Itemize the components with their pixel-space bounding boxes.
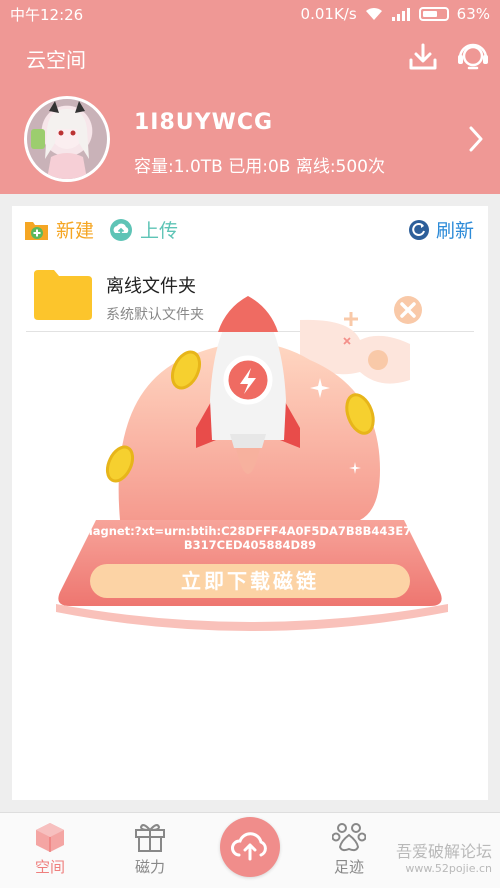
tab-magnet[interactable]: 磁力: [115, 821, 185, 877]
watermark-text: 吾爱破解论坛: [395, 842, 492, 861]
magnet-popup: magnet:?xt=urn:btih:C28DFFF4A0F5DA7B8B44…: [0, 0, 500, 888]
rocket-illustration: [56, 296, 448, 631]
tab-space[interactable]: 空间: [15, 821, 85, 877]
upload-fab-button[interactable]: [220, 817, 280, 877]
cloud-upload-icon: [231, 832, 267, 861]
tab-space-label: 空间: [34, 858, 65, 876]
tab-magnet-label: 磁力: [134, 858, 165, 876]
watermark: 吾爱破解论坛 www.52pojie.cn: [360, 838, 500, 875]
download-magnet-button[interactable]: 立即下载磁链: [90, 564, 410, 598]
gift-icon: [135, 824, 165, 852]
cube-icon: [36, 823, 64, 852]
watermark-url: www.52pojie.cn: [405, 862, 492, 875]
magnet-link-text[interactable]: magnet:?xt=urn:btih:C28DFFF4A0F5DA7B8B44…: [80, 524, 420, 552]
close-icon[interactable]: [392, 294, 424, 326]
